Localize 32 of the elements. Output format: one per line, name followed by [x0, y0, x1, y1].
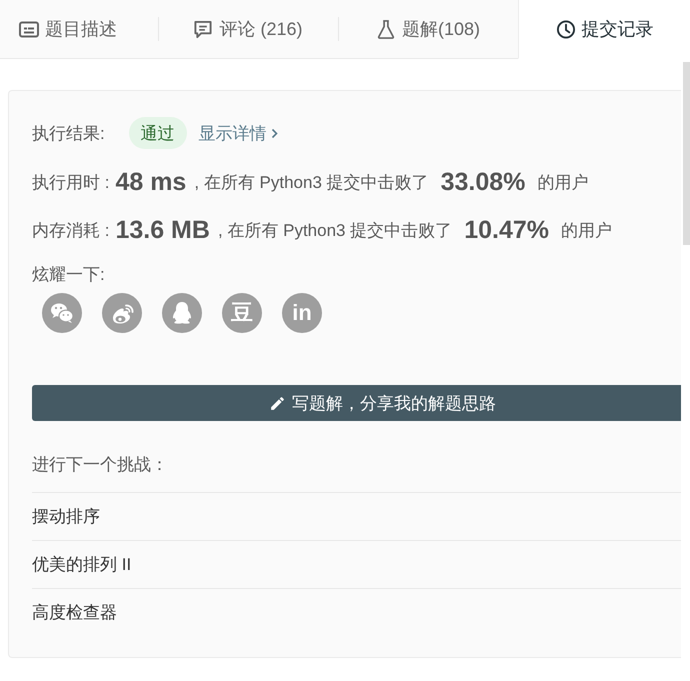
clock-icon [556, 20, 576, 38]
stat-percent: 33.08% [440, 168, 526, 196]
chevron-icon [270, 128, 278, 138]
caption-icon [19, 20, 39, 38]
tab[interactable]: 题目描述 [0, 0, 158, 59]
comment-icon [193, 20, 214, 38]
flask-icon [376, 20, 396, 38]
chat-bubbles-icon[interactable] [42, 293, 82, 333]
share-label: 炫耀一下: [32, 264, 105, 286]
problem-link[interactable]: 高度检查器 [32, 601, 117, 624]
stat-text: 的用户 [537, 172, 588, 194]
write-solution-button[interactable]: 写题解，分享我的解题思路 [32, 385, 681, 421]
problem-link[interactable]: 优美的排列 II [32, 553, 132, 576]
tab[interactable]: 题解(108) [338, 0, 518, 59]
stat-text: , 在所有 Python3 提交中击败了 [218, 220, 452, 242]
stat-text: 的用户 [561, 220, 612, 242]
scrollbar-thumb[interactable] [683, 62, 690, 245]
stat-value: 13.6 MB [115, 216, 210, 244]
problem-link[interactable]: 摆动排序 [32, 505, 100, 528]
stat-percent: 10.47% [464, 216, 550, 244]
next-challenge-label: 进行下一个挑战： [32, 454, 168, 476]
tab[interactable]: 评论 (216) [158, 0, 338, 59]
status-badge: 通过 [128, 117, 187, 149]
result-label: 执行结果: [32, 122, 105, 144]
pencil-icon [269, 394, 286, 412]
stat-text: , 在所有 Python3 提交中击败了 [194, 172, 429, 194]
stat-value: 48 ms [115, 168, 186, 196]
swirl-eye-icon[interactable] [102, 293, 142, 333]
details-link[interactable]: 显示详情 [198, 122, 278, 144]
stat-label: 执行用时 : [32, 172, 110, 194]
penguin-icon[interactable] [162, 293, 202, 333]
stat-label: 内存消耗 : [32, 220, 110, 242]
